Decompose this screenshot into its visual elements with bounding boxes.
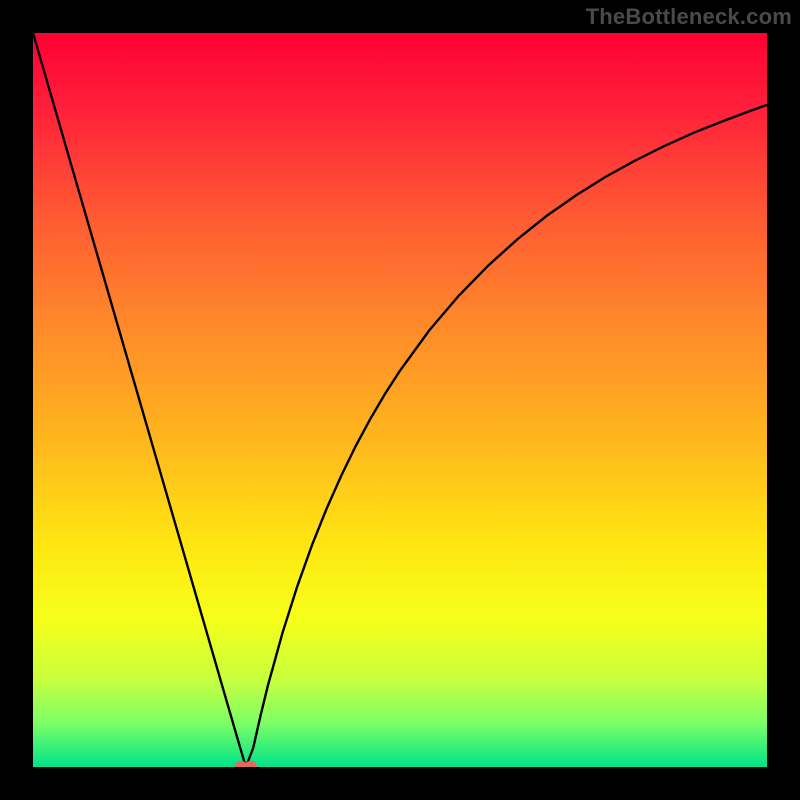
watermark-text: TheBottleneck.com — [586, 4, 792, 30]
gradient-background — [33, 33, 767, 767]
plot-area — [33, 33, 767, 767]
plot-svg — [33, 33, 767, 767]
chart-frame: TheBottleneck.com — [0, 0, 800, 800]
